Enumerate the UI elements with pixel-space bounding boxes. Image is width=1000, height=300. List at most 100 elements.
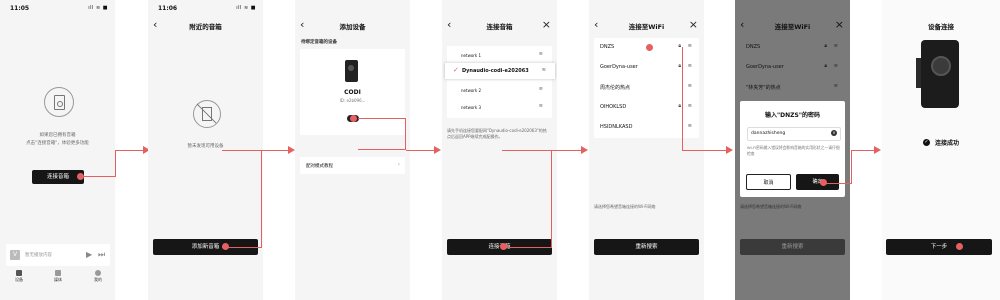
flow-connector-3: [358, 118, 406, 150]
flow-connector-6: [822, 150, 852, 184]
device-name: CODI: [344, 89, 361, 96]
speaker-image: [345, 60, 358, 82]
nav-media[interactable]: 媒体: [48, 270, 68, 283]
wifi-icon: ≋: [687, 123, 692, 129]
rescan-button[interactable]: 重新搜索: [740, 239, 845, 255]
lock-icon: 🔒︎: [824, 63, 827, 69]
wifi-icon: ≋: [538, 86, 543, 92]
nav-device[interactable]: 设备: [9, 270, 29, 283]
dialog-title: 输入"DNZS"的密码: [765, 112, 820, 119]
device-nav-icon: [16, 270, 22, 276]
page-title: 添加设备: [339, 23, 366, 31]
wifi-item[interactable]: 周杰伦的热点 ≋: [594, 78, 699, 96]
flow-connector-4: [502, 150, 552, 248]
nav-device-label: 设备: [15, 277, 23, 282]
wifi-label: "林夹芳"的热点: [746, 85, 781, 91]
mini-player[interactable]: V 暂无播放内容 ▶ ⏭: [6, 244, 110, 266]
nav-profile-label: 我的: [94, 277, 102, 282]
play-icon[interactable]: ▶: [86, 250, 92, 259]
wifi-item[interactable]: HSIDNLKASD ≋: [594, 118, 699, 136]
screen-connect-success: 设备连接 ✓ 连接成功 下一步: [882, 0, 1000, 300]
clear-icon[interactable]: ×: [831, 130, 837, 136]
check-circle-icon: ✓: [922, 139, 930, 146]
network-label: Dynaudio-codi-e202063: [462, 68, 529, 74]
lock-icon: 🔒︎: [678, 63, 681, 69]
network-label: network 2: [461, 88, 482, 93]
success-text: 连接成功: [935, 140, 960, 147]
check-icon: ✓: [453, 66, 459, 74]
flow-connector-5b: [682, 150, 730, 151]
wifi-label: 周杰伦的热点: [600, 85, 631, 91]
wifi-icon: ≋: [687, 63, 692, 69]
wifi-icon: ≋: [687, 43, 692, 49]
hint-text: 请先手机连接您要配网"Dynaudio-codi-e202063"的热点后返回A…: [447, 128, 547, 139]
wifi-list: DNZS 🔒︎ ≋ GoerDyna-user 🔒︎ ≋ 周杰伦的热点 ≋ OI…: [594, 38, 699, 138]
wifi-label: OIHOKLSD: [600, 104, 627, 110]
network-item[interactable]: network 1 ≋: [447, 48, 552, 62]
status-icons: ıll ≋ ■: [236, 5, 256, 11]
pair-mode-row[interactable]: 配对模式教程 ›: [300, 157, 405, 174]
flow-arrow-6: [874, 146, 881, 154]
flow-arrow-3: [434, 146, 441, 154]
rescan-button[interactable]: 重新搜索: [594, 239, 699, 255]
lock-icon: 🔒︎: [678, 43, 681, 49]
wifi-item[interactable]: GoerDyna-user 🔒︎ ≋: [594, 58, 699, 76]
device-id: ID: e2b096...: [339, 98, 366, 103]
flow-connector-1b: [115, 150, 145, 151]
wifi-label: HSIDNLKASD: [600, 124, 633, 130]
empty-text: 暂未发现可用设备: [187, 144, 224, 149]
wifi-item[interactable]: GoerDyna-user 🔒︎ ≋: [740, 58, 845, 76]
hint-text: 请选择您希望音箱连接的Wi-Fi网络: [594, 204, 656, 209]
flow-arrow-5: [726, 146, 733, 154]
page-title: 设备连接: [928, 23, 954, 31]
wifi-icon: ≋: [687, 103, 692, 109]
chevron-right-icon: ›: [397, 161, 400, 168]
network-list: network 1 ≋ ✓ Dynaudio-codi-e202063 ≋ ne…: [445, 46, 555, 118]
password-value: dannazhisheng: [751, 131, 786, 136]
player-placeholder: 暂无播放内容: [25, 253, 52, 258]
flow-connector-2: [222, 150, 262, 248]
lock-icon: 🔒︎: [824, 43, 827, 49]
status-time: 11:05: [10, 5, 30, 12]
wifi-label: DNZS: [746, 44, 761, 50]
network-label: network 1: [461, 53, 482, 58]
password-field[interactable]: dannazhisheng ×: [747, 127, 841, 141]
profile-nav-icon: [95, 270, 101, 276]
tap-indicator-5: [646, 44, 653, 51]
page-title: 连接至WiFi: [774, 23, 811, 31]
page-title: 连接至WiFi: [628, 23, 665, 31]
network-item-selected[interactable]: ✓ Dynaudio-codi-e202063 ≋: [445, 63, 555, 79]
next-track-icon[interactable]: ⏭: [98, 250, 105, 260]
page-title: 连接音箱: [486, 23, 513, 31]
next-button[interactable]: 下一步: [886, 239, 992, 255]
player-logo-icon: V: [10, 250, 20, 260]
network-label: network 3: [461, 105, 482, 110]
page-title: 附近的音箱: [189, 23, 222, 31]
wifi-item[interactable]: "林夹芳"的热点 ≋: [740, 78, 845, 96]
wifi-icon: ≋: [833, 83, 838, 89]
wifi-label: DNZS: [600, 44, 615, 50]
lock-icon: 🔒︎: [678, 103, 681, 109]
wifi-item[interactable]: DNZS 🔒︎ ≋: [740, 38, 845, 56]
wifi-icon: ≋: [538, 51, 543, 57]
wifi-icon: ≋: [541, 67, 546, 73]
nav-profile[interactable]: 我的: [88, 270, 108, 283]
wifi-icon: ≋: [833, 43, 838, 49]
network-item[interactable]: network 3 ≋: [447, 100, 552, 114]
status-icons: ıll ≋ ■: [88, 5, 108, 11]
wifi-item[interactable]: OIHOKLSD 🔒︎ ≋: [594, 98, 699, 116]
network-item[interactable]: network 2 ≋: [447, 83, 552, 97]
wifi-label: GoerDyna-user: [600, 64, 638, 70]
tap-indicator-7: [956, 243, 963, 250]
pair-mode-label: 配对模式教程: [306, 164, 333, 169]
flow-connector-1: [80, 150, 116, 177]
wifi-icon: ≋: [687, 83, 692, 89]
flow-connector-4b: [552, 150, 584, 151]
hint-text: 请选择您希望音箱连接的Wi-Fi网络: [740, 204, 802, 209]
cancel-button[interactable]: 取消: [746, 174, 791, 190]
no-speaker-icon: [193, 100, 221, 128]
section-title: 待绑定音箱的设备: [301, 40, 337, 45]
flow-arrow-2: [288, 146, 295, 154]
wifi-icon: ≋: [538, 103, 543, 109]
screen-add-device: ‹ 添加设备 待绑定音箱的设备 CODI ID: e2b096... 配对模式教…: [295, 0, 410, 300]
